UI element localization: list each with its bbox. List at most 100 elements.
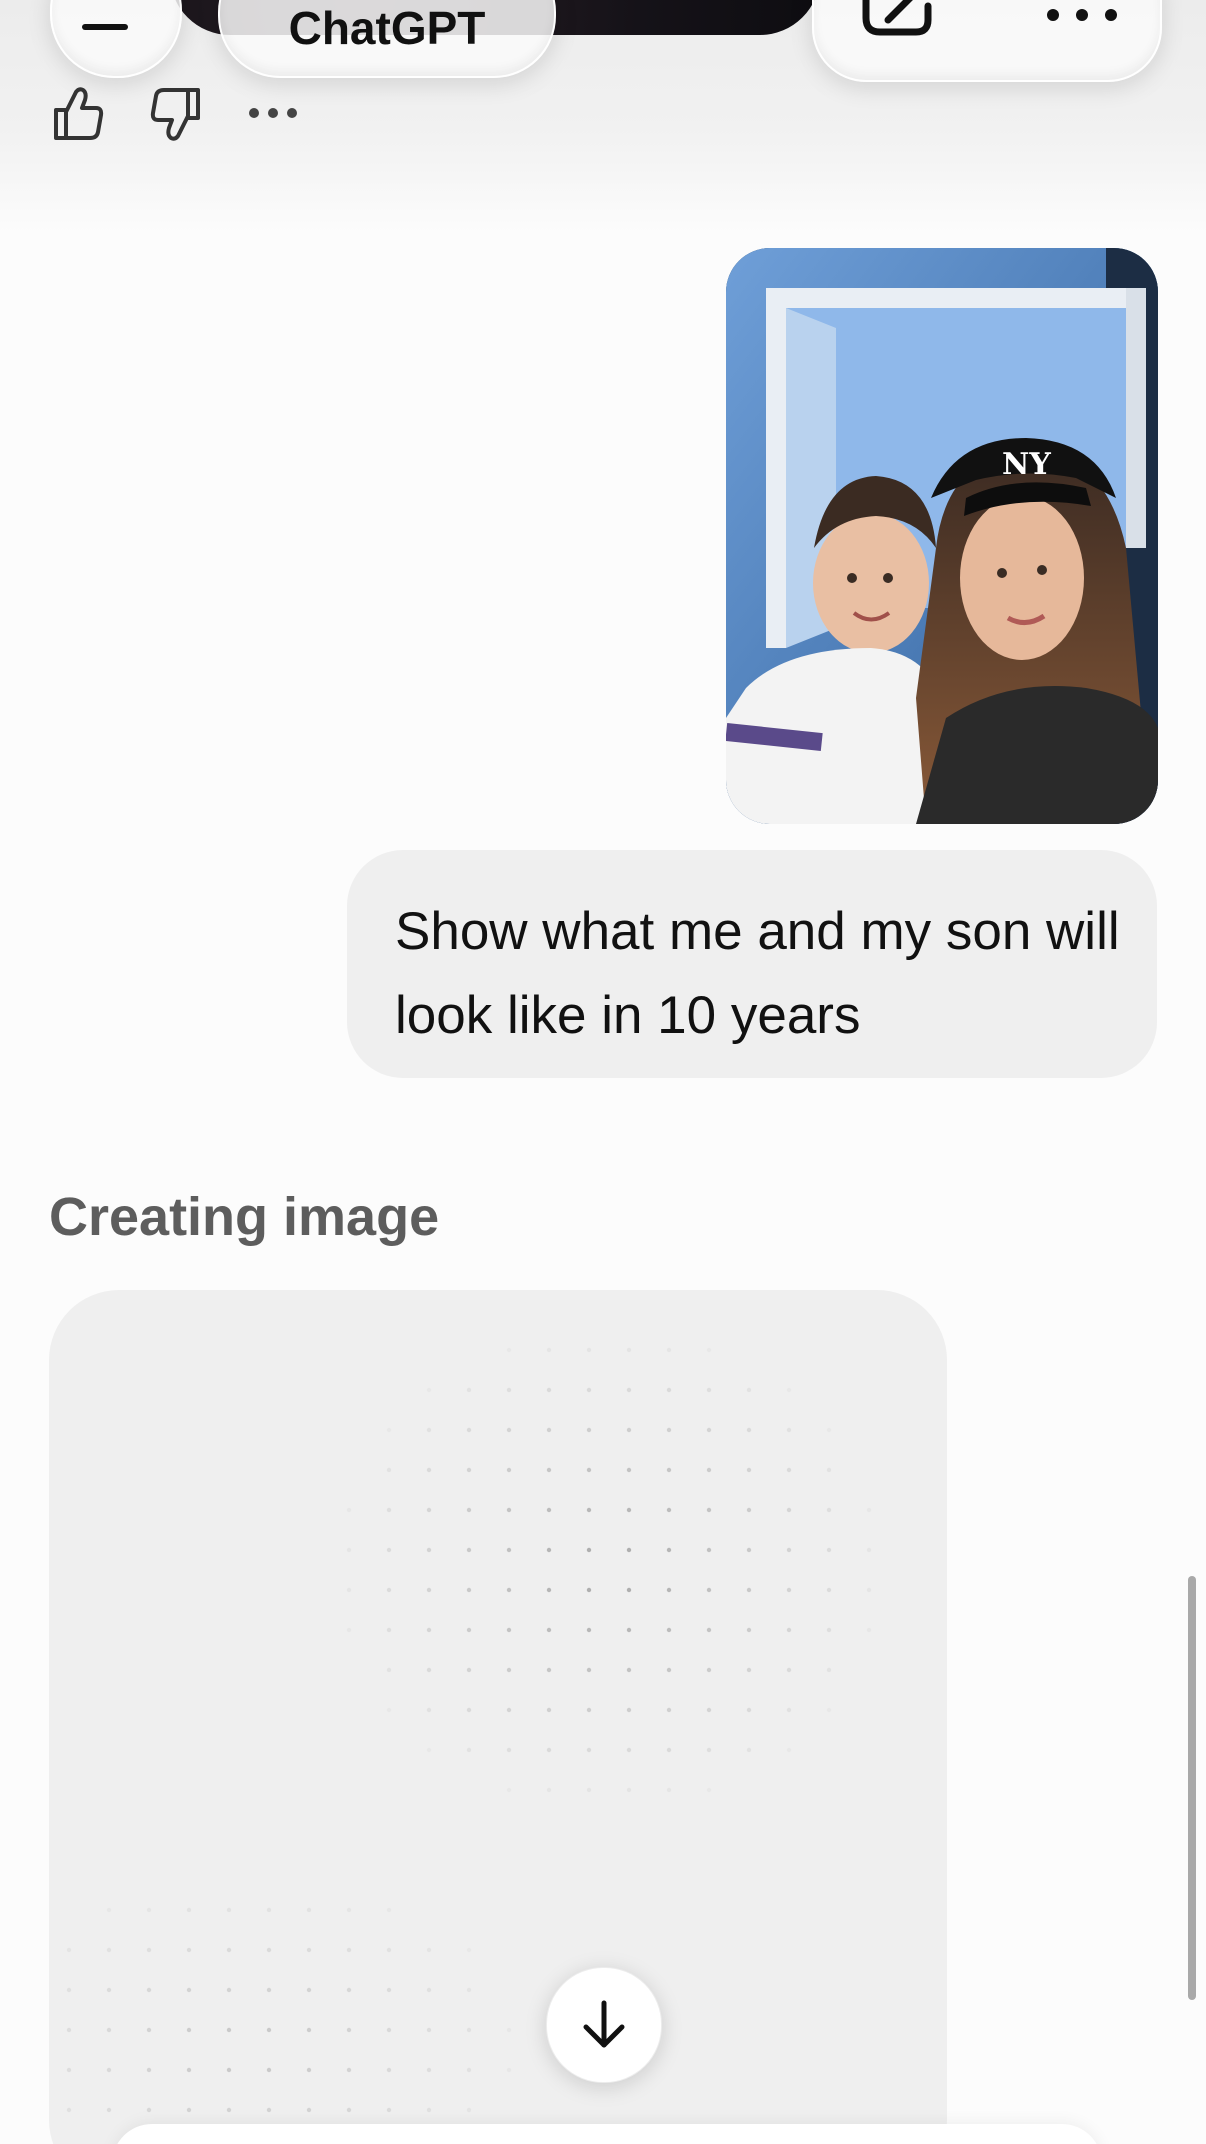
loading-dot	[386, 1547, 392, 1553]
loading-dot	[466, 2067, 472, 2073]
image-generation-status: Creating image	[49, 1187, 440, 1247]
loading-dot	[386, 1507, 392, 1513]
message-composer[interactable]	[112, 2124, 1102, 2144]
loading-dot	[66, 2067, 72, 2073]
loading-dot	[186, 2027, 192, 2033]
loading-dot	[546, 1507, 552, 1513]
loading-dot	[426, 2067, 432, 2073]
loading-dot	[426, 2027, 432, 2033]
loading-dot	[666, 1747, 672, 1753]
loading-dot	[826, 1587, 832, 1593]
loading-dot	[666, 1707, 672, 1713]
loading-dot	[666, 1627, 672, 1633]
loading-dot	[106, 2067, 112, 2073]
loading-dot	[106, 1987, 112, 1993]
model-selector[interactable]: ChatGPT	[218, 0, 556, 78]
loading-dot	[466, 1387, 472, 1393]
loading-dot	[546, 1627, 552, 1633]
loading-dot	[866, 1587, 872, 1593]
loading-dot	[706, 1467, 712, 1473]
loading-dot	[426, 2107, 432, 2113]
loading-dot	[466, 1747, 472, 1753]
loading-dot	[746, 1507, 752, 1513]
loading-dot	[386, 1907, 392, 1913]
loading-dot	[346, 1947, 352, 1953]
loading-dot	[386, 1627, 392, 1633]
loading-dot	[146, 2027, 152, 2033]
loading-dot	[706, 1547, 712, 1553]
loading-dot	[346, 1627, 352, 1633]
loading-dot	[306, 2027, 312, 2033]
loading-dot	[186, 2067, 192, 2073]
thumbs-up-icon[interactable]	[52, 86, 104, 147]
loading-dot	[386, 1667, 392, 1673]
loading-dot	[586, 1587, 592, 1593]
loading-dot	[506, 1747, 512, 1753]
loading-dot	[666, 1347, 672, 1353]
loading-dot	[546, 1587, 552, 1593]
loading-dot	[746, 1467, 752, 1473]
loading-dot	[826, 1507, 832, 1513]
loading-dot	[426, 1987, 432, 1993]
loading-dot	[586, 1787, 592, 1793]
loading-dot	[746, 1747, 752, 1753]
loading-dot	[626, 1467, 632, 1473]
loading-dot	[706, 1707, 712, 1713]
loading-dot	[466, 1507, 472, 1513]
loading-dot	[746, 1627, 752, 1633]
loading-dot	[666, 1667, 672, 1673]
loading-dot	[426, 1747, 432, 1753]
more-icon[interactable]	[1044, 8, 1124, 27]
loading-dot	[586, 1547, 592, 1553]
loading-dot	[146, 1907, 152, 1913]
loading-dot	[546, 1747, 552, 1753]
loading-dot	[346, 1987, 352, 1993]
user-message-bubble: Show what me and my son will look like i…	[347, 850, 1157, 1078]
loading-dot	[306, 2107, 312, 2113]
loading-dot	[266, 2067, 272, 2073]
loading-dot	[626, 1547, 632, 1553]
more-icon[interactable]	[248, 106, 298, 124]
loading-dot	[746, 1707, 752, 1713]
loading-dot	[706, 1507, 712, 1513]
loading-dot	[226, 2107, 232, 2113]
loading-dot	[746, 1427, 752, 1433]
loading-dot	[626, 1507, 632, 1513]
loading-dot	[386, 1707, 392, 1713]
loading-dot	[826, 1467, 832, 1473]
loading-dot	[706, 1627, 712, 1633]
scrollbar-thumb[interactable]	[1188, 1576, 1196, 2000]
loading-dot	[786, 1507, 792, 1513]
loading-dot	[146, 2067, 152, 2073]
loading-dot	[586, 1387, 592, 1393]
loading-dot	[186, 2107, 192, 2113]
edit-icon[interactable]	[858, 0, 938, 43]
loading-dot	[786, 1547, 792, 1553]
loading-dot	[146, 1987, 152, 1993]
loading-dot	[826, 1707, 832, 1713]
loading-dot	[346, 2107, 352, 2113]
loading-dot	[666, 1587, 672, 1593]
loading-dot	[506, 2067, 512, 2073]
loading-dot	[706, 1667, 712, 1673]
loading-dot	[506, 1507, 512, 1513]
loading-dot	[786, 1427, 792, 1433]
loading-dot	[106, 1947, 112, 1953]
loading-dot	[586, 1467, 592, 1473]
loading-dot	[146, 2107, 152, 2113]
loading-dot	[386, 2027, 392, 2033]
loading-dot	[506, 1427, 512, 1433]
loading-dot	[266, 1947, 272, 1953]
loading-dot	[66, 1947, 72, 1953]
loading-dot	[386, 1947, 392, 1953]
loading-dot	[466, 1587, 472, 1593]
loading-dot	[426, 1587, 432, 1593]
user-uploaded-photo[interactable]: NY	[726, 248, 1158, 824]
scroll-to-bottom-button[interactable]	[546, 1967, 662, 2083]
loading-dot	[626, 1587, 632, 1593]
loading-dot	[506, 2027, 512, 2033]
loading-dot	[506, 1787, 512, 1793]
thumbs-down-icon[interactable]	[150, 86, 202, 147]
loading-dot	[306, 1987, 312, 1993]
loading-dot	[786, 1707, 792, 1713]
